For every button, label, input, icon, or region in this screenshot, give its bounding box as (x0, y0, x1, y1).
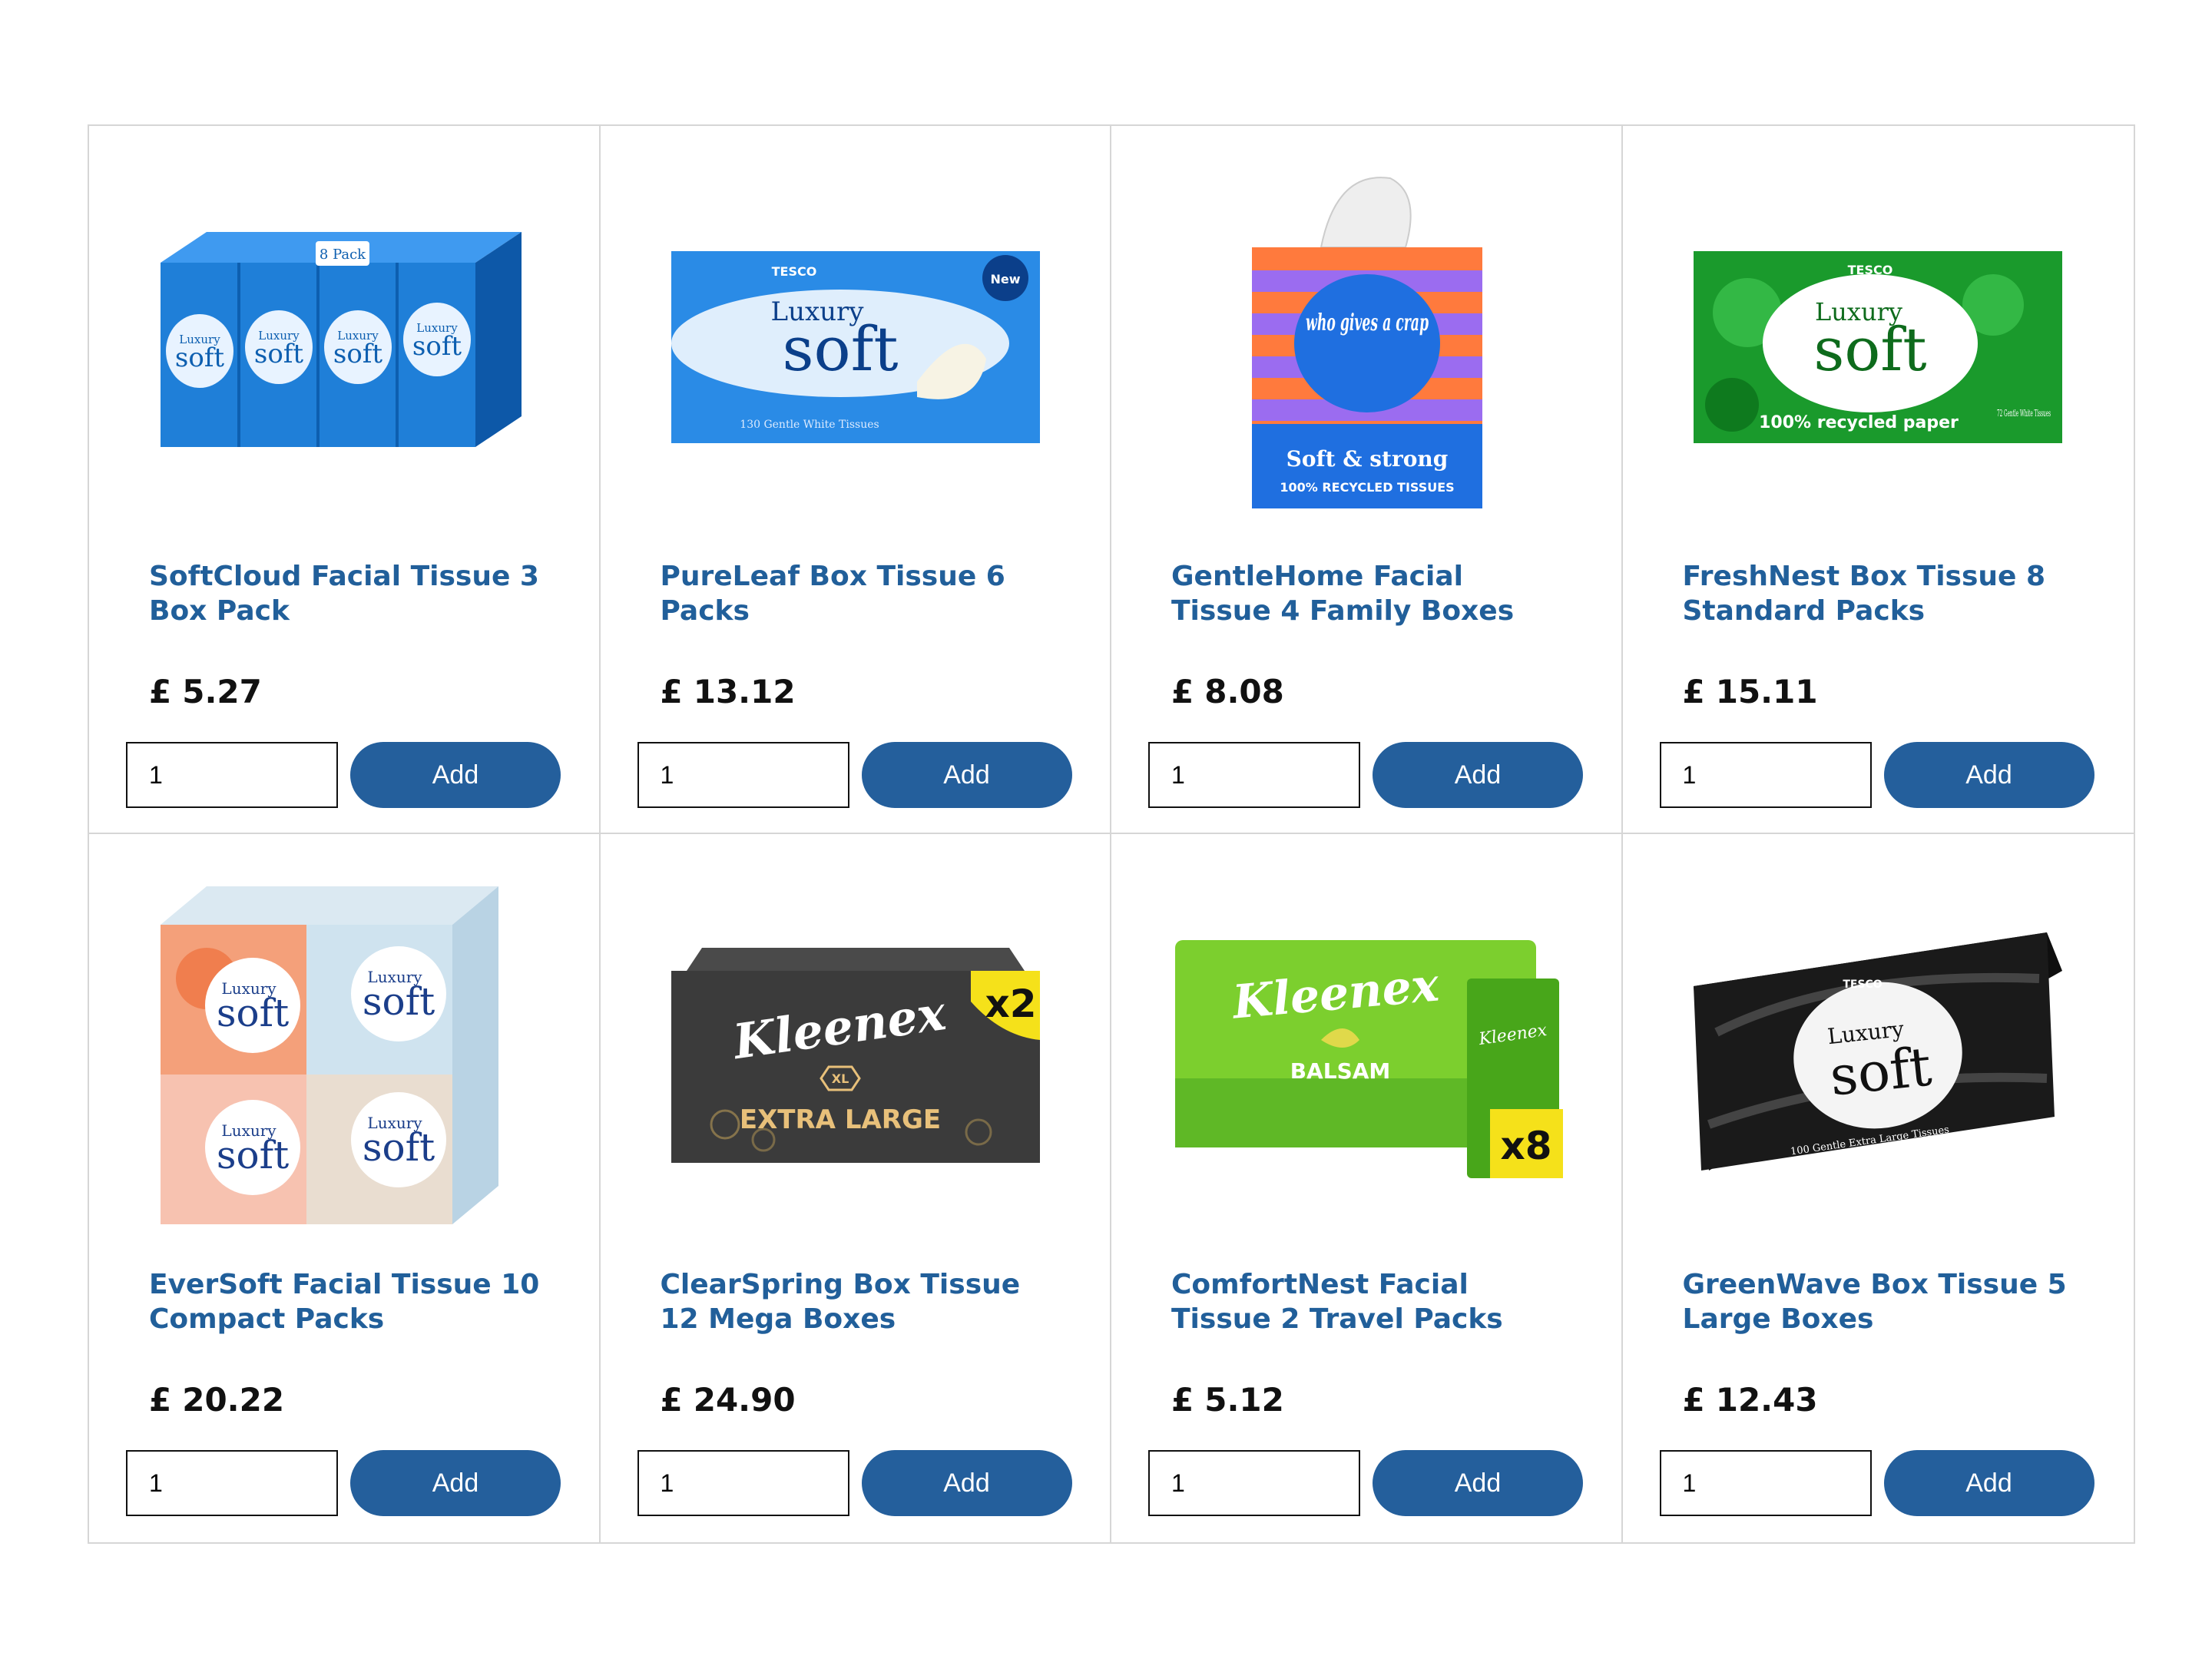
currency-symbol: £ (660, 1381, 683, 1419)
image-text: soft (174, 343, 224, 373)
product-card: TESCO Luxury soft New 130 Gentle White T… (600, 126, 1111, 834)
currency-symbol: £ (1682, 673, 1705, 710)
currency-symbol: £ (1171, 1381, 1194, 1419)
product-price: £15.11 (1683, 673, 1818, 711)
product-price: £5.27 (149, 673, 262, 711)
image-text: soft (216, 1133, 288, 1177)
add-button[interactable]: Add (861, 742, 1072, 808)
currency-symbol: £ (1682, 1381, 1705, 1419)
image-text: 100% RECYCLED TISSUES (1280, 480, 1454, 495)
add-button[interactable]: Add (350, 742, 561, 808)
product-card: 8 Pack Luxury soft Luxury soft Luxury so… (89, 126, 601, 834)
product-title[interactable]: SoftCloud Facial Tissue 3 Box Pack (149, 559, 548, 628)
image-text: who gives a crap (1306, 310, 1429, 336)
product-card: Luxury soft Luxury soft Luxury soft Luxu… (89, 834, 601, 1542)
currency-symbol: £ (1171, 673, 1194, 710)
product-title[interactable]: PureLeaf Box Tissue 6 Packs (661, 559, 1060, 628)
quantity-input[interactable] (1659, 742, 1872, 808)
add-button[interactable]: Add (1883, 742, 2094, 808)
image-text: New (990, 272, 1020, 286)
tissue-box-image[interactable]: TESCO Luxury soft New 130 Gentle White T… (647, 163, 1065, 531)
price-value: 13.12 (693, 673, 796, 710)
quantity-input[interactable] (637, 1450, 849, 1516)
product-price: £12.43 (1683, 1381, 1818, 1419)
image-text: Soft & strong (1286, 446, 1448, 472)
dark-tissue-box-image[interactable]: Kleenex XL EXTRA LARGE x2 (647, 871, 1065, 1240)
image-text: soft (412, 331, 462, 362)
add-button[interactable]: Add (1883, 1450, 2094, 1516)
image-text: soft (783, 313, 899, 385)
product-price: £5.12 (1171, 1381, 1284, 1419)
image-text: soft (1827, 1035, 1935, 1108)
image-text: soft (333, 339, 382, 369)
image-text: EXTRA LARGE (740, 1104, 941, 1135)
currency-symbol: £ (660, 673, 683, 710)
image-text: x8 (1500, 1124, 1551, 1168)
image-text: x2 (985, 982, 1036, 1026)
image-text: BALSAM (1290, 1058, 1390, 1084)
quantity-input[interactable] (126, 1450, 338, 1516)
add-button[interactable]: Add (1373, 742, 1583, 808)
green-tissue-box-image[interactable]: TESCO Luxury soft 100% recycled paper 72… (1669, 163, 2088, 531)
image-text: soft (362, 1125, 434, 1170)
price-value: 20.22 (182, 1381, 285, 1419)
image-text: soft (216, 991, 288, 1035)
image-text: TESCO (1848, 263, 1893, 277)
add-button[interactable]: Add (350, 1450, 561, 1516)
product-title[interactable]: GreenWave Box Tissue 5 Large Boxes (1683, 1267, 2082, 1336)
product-card: who gives a crap Soft & strong 100% RECY… (1111, 126, 1623, 834)
price-value: 12.43 (1715, 1381, 1818, 1419)
image-text: soft (362, 979, 434, 1024)
add-button[interactable]: Add (861, 1450, 1072, 1516)
image-text: TESCO (772, 264, 817, 279)
image-text: 72 Gentle White Tissues (1997, 408, 2051, 419)
product-title[interactable]: ClearSpring Box Tissue 12 Mega Boxes (661, 1267, 1060, 1336)
black-tissue-box-image[interactable]: TESCO Luxury soft 100 Gentle Extra Large… (1669, 871, 2088, 1240)
quantity-input[interactable] (1148, 742, 1360, 808)
striped-tissue-cube-image[interactable]: who gives a crap Soft & strong 100% RECY… (1157, 163, 1576, 531)
product-price: £20.22 (149, 1381, 284, 1419)
image-text: XL (832, 1071, 849, 1086)
image-text: soft (253, 339, 303, 369)
product-price: £13.12 (661, 673, 796, 711)
price-value: 5.27 (182, 673, 262, 710)
image-text: soft (1813, 316, 1926, 385)
product-card: Kleenex BALSAM Kleenex x8 ComfortNest Fa… (1111, 834, 1623, 1542)
pocket-tissue-pack-image[interactable]: Kleenex BALSAM Kleenex x8 (1157, 871, 1576, 1240)
quantity-input[interactable] (126, 742, 338, 808)
product-card: TESCO Luxury soft 100 Gentle Extra Large… (1623, 834, 2134, 1542)
price-value: 15.11 (1715, 673, 1818, 710)
product-title[interactable]: FreshNest Box Tissue 8 Standard Packs (1683, 559, 2082, 628)
image-text: 8 Pack (319, 247, 366, 263)
patterned-cube-pack-image[interactable]: Luxury soft Luxury soft Luxury soft Luxu… (135, 871, 554, 1240)
product-title[interactable]: GentleHome Facial Tissue 4 Family Boxes (1171, 559, 1571, 628)
product-card: TESCO Luxury soft 100% recycled paper 72… (1622, 126, 2134, 834)
image-text: TESCO (1843, 979, 1882, 991)
product-title[interactable]: ComfortNest Facial Tissue 2 Travel Packs (1171, 1267, 1571, 1336)
image-text: 100% recycled paper (1759, 413, 1959, 432)
product-card: Kleenex XL EXTRA LARGE x2 ClearSpring Bo… (601, 834, 1111, 1542)
quantity-input[interactable] (1659, 1450, 1872, 1516)
price-value: 24.90 (693, 1381, 796, 1419)
image-text: 130 Gentle White Tissues (740, 419, 879, 431)
tissue-multipack-image[interactable]: 8 Pack Luxury soft Luxury soft Luxury so… (135, 163, 554, 531)
add-button[interactable]: Add (1373, 1450, 1583, 1516)
product-price: £8.08 (1171, 673, 1284, 711)
currency-symbol: £ (149, 673, 172, 710)
currency-symbol: £ (149, 1381, 172, 1419)
price-value: 8.08 (1204, 673, 1284, 710)
product-title[interactable]: EverSoft Facial Tissue 10 Compact Packs (149, 1267, 548, 1336)
price-value: 5.12 (1204, 1381, 1284, 1419)
quantity-input[interactable] (1148, 1450, 1360, 1516)
product-price: £24.90 (661, 1381, 796, 1419)
quantity-input[interactable] (637, 742, 849, 808)
product-grid: 8 Pack Luxury soft Luxury soft Luxury so… (88, 124, 2135, 1544)
